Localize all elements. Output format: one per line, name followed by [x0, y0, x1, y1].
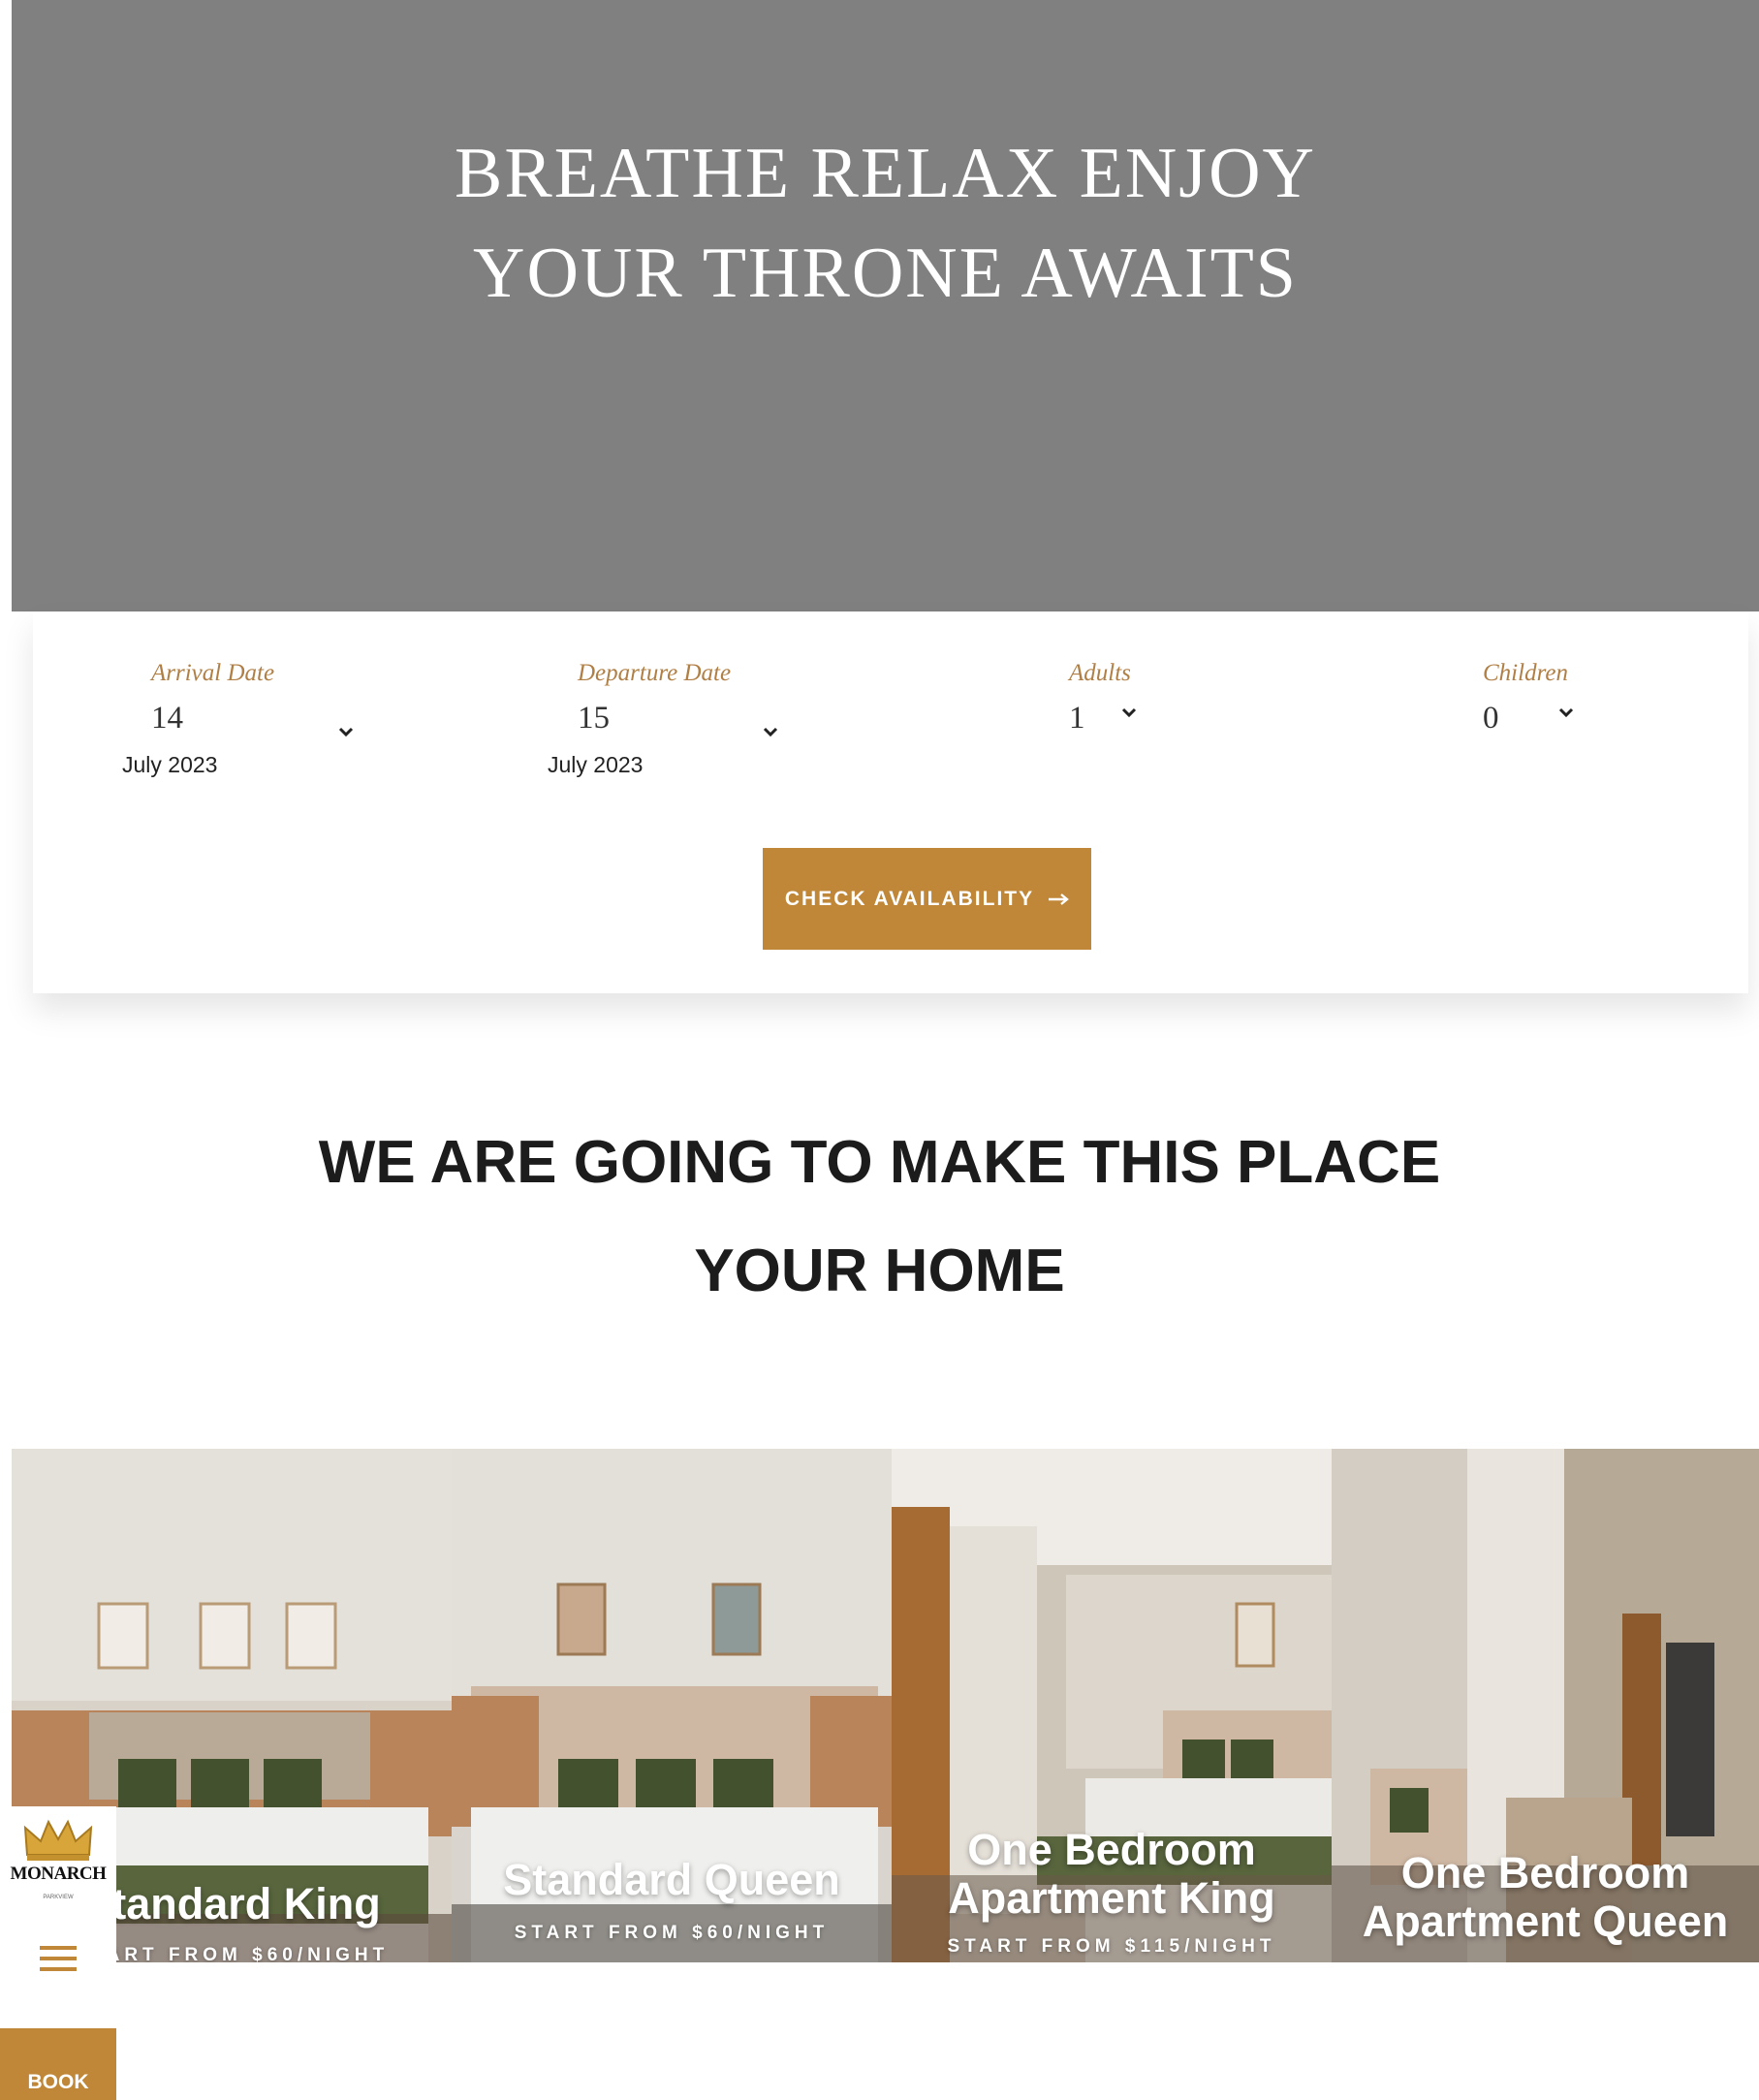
- room-card-one-bedroom-apartment-king[interactable]: One Bedroom Apartment King START FROM $1…: [892, 1449, 1332, 1962]
- departure-date-label: Departure Date: [578, 660, 732, 686]
- brand-subname: PARKVIEW: [43, 1895, 74, 1900]
- booking-panel: Arrival Date 14 July 2023 Departure Date…: [33, 611, 1748, 993]
- chevron-down-icon[interactable]: [763, 726, 782, 745]
- children-value[interactable]: 0: [1483, 701, 1499, 737]
- arrival-date-label: Arrival Date: [151, 660, 275, 686]
- arrival-month: July 2023: [122, 752, 218, 777]
- menu-button[interactable]: [0, 1915, 116, 2002]
- book-button[interactable]: BOOK: [0, 2028, 116, 2100]
- room-price: START FROM $60/NIGHT: [514, 1923, 830, 1943]
- tagline-line-1: WE ARE GOING TO MAKE THIS PLACE: [318, 1129, 1441, 1196]
- children-label: Children: [1483, 660, 1568, 686]
- arrow-right-icon: [1048, 888, 1070, 911]
- adults-label: Adults: [1069, 660, 1131, 686]
- room-card-standard-queen[interactable]: Standard Queen START FROM $60/NIGHT: [452, 1449, 892, 1962]
- room-name: One Bedroom Apartment Queen: [1362, 1848, 1729, 1946]
- adults-value[interactable]: 1: [1069, 701, 1085, 737]
- crown-icon: [23, 1819, 93, 1861]
- arrival-day[interactable]: 14: [151, 701, 183, 737]
- hero-line-1: BREATHE RELAX ENJOY: [455, 134, 1316, 213]
- room-price: START FROM $115/NIGHT: [947, 1936, 1276, 1957]
- departure-day[interactable]: 15: [578, 701, 610, 737]
- brand-logo[interactable]: MONARCH PARKVIEW: [0, 1806, 116, 1915]
- hero-title: BREATHE RELAX ENJOY YOUR THRONE AWAITS: [12, 124, 1759, 324]
- check-availability-button[interactable]: CHECK AVAILABILITY: [763, 848, 1091, 950]
- room-name: One Bedroom Apartment King: [948, 1825, 1275, 1923]
- chevron-down-icon[interactable]: [338, 726, 358, 745]
- departure-month: July 2023: [548, 752, 644, 777]
- rooms-carousel: Standard King START FROM $60/NIGHT Stand…: [12, 1449, 1759, 1962]
- room-card-one-bedroom-apartment-queen[interactable]: One Bedroom Apartment Queen: [1332, 1449, 1759, 1962]
- hero-banner: BREATHE RELAX ENJOY YOUR THRONE AWAITS: [12, 0, 1759, 611]
- tagline-line-2: YOUR HOME: [694, 1238, 1065, 1304]
- brand-name: MONARCH: [10, 1864, 107, 1884]
- chevron-down-icon[interactable]: [1121, 706, 1141, 726]
- room-name: Standard Queen: [503, 1855, 840, 1904]
- chevron-down-icon[interactable]: [1558, 706, 1578, 726]
- hamburger-icon: [40, 1946, 77, 1971]
- book-label: BOOK: [27, 2071, 89, 2093]
- check-availability-label: CHECK AVAILABILITY: [784, 887, 1035, 910]
- hero-line-2: YOUR THRONE AWAITS: [473, 234, 1298, 313]
